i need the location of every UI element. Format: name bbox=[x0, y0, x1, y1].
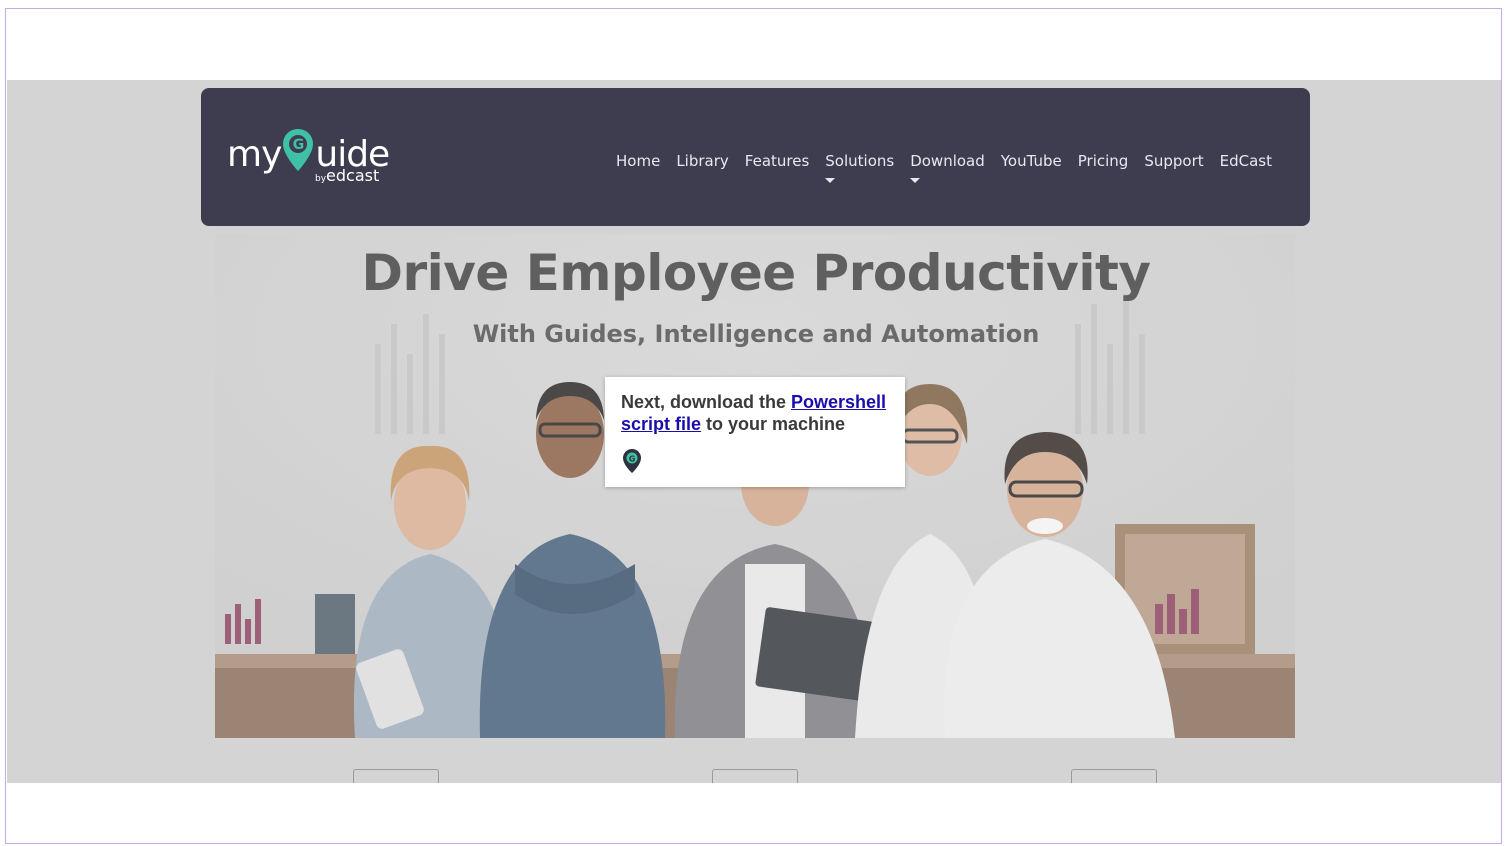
nav-item-youtube[interactable]: YouTube bbox=[993, 152, 1070, 170]
site-navbar: my Guide byedcast Home Library Features Solu… bbox=[201, 88, 1310, 226]
nav-item-pricing[interactable]: Pricing bbox=[1070, 152, 1137, 170]
nav-item-solutions[interactable]: Solutions bbox=[817, 152, 902, 183]
nav-item-label: Download bbox=[910, 152, 985, 170]
caret-down-icon bbox=[825, 178, 836, 183]
tooltip-message: Next, download the Powershell script file… bbox=[621, 392, 887, 434]
browser-viewport: my Guide byedcast Home Library Features Solu… bbox=[5, 8, 1502, 844]
nav-item-features[interactable]: Features bbox=[737, 152, 818, 170]
nav-item-label: Solutions bbox=[825, 152, 895, 170]
nav-menu: Home Library Features Solutions Download YouT… bbox=[608, 152, 1280, 183]
nav-item-library[interactable]: Library bbox=[668, 152, 736, 170]
section-card-tab-1[interactable] bbox=[353, 769, 439, 783]
nav-item-label: YouTube bbox=[1000, 152, 1062, 170]
myguide-pin-icon[interactable]: G bbox=[622, 448, 642, 474]
nav-item-support[interactable]: Support bbox=[1136, 152, 1211, 170]
section-card-tab-3[interactable] bbox=[1071, 769, 1157, 783]
svg-text:G: G bbox=[629, 455, 636, 464]
nav-item-label: Support bbox=[1144, 152, 1204, 170]
nav-item-home[interactable]: Home bbox=[608, 152, 668, 170]
myguide-logo[interactable]: my Guide byedcast bbox=[227, 128, 397, 190]
logo-pin-icon: G bbox=[282, 128, 314, 172]
nav-item-label: Features bbox=[744, 152, 810, 170]
nav-item-edcast[interactable]: EdCast bbox=[1212, 152, 1280, 170]
guide-step-tooltip: Next, download the Powershell script file… bbox=[605, 377, 905, 487]
hero-subheadline: With Guides, Intelligence and Automation bbox=[472, 320, 1040, 348]
svg-text:G: G bbox=[293, 137, 304, 153]
nav-item-label: EdCast bbox=[1219, 152, 1272, 170]
nav-item-label: Library bbox=[676, 152, 729, 170]
nav-item-download[interactable]: Download bbox=[902, 152, 993, 183]
caret-down-icon bbox=[910, 178, 921, 183]
hero-headline: Drive Employee Productivity bbox=[361, 244, 1151, 302]
section-card-tab-2[interactable] bbox=[712, 769, 798, 783]
nav-item-label: Pricing bbox=[1077, 152, 1129, 170]
logo-byline: byedcast bbox=[315, 166, 380, 185]
nav-item-label: Home bbox=[616, 152, 661, 170]
